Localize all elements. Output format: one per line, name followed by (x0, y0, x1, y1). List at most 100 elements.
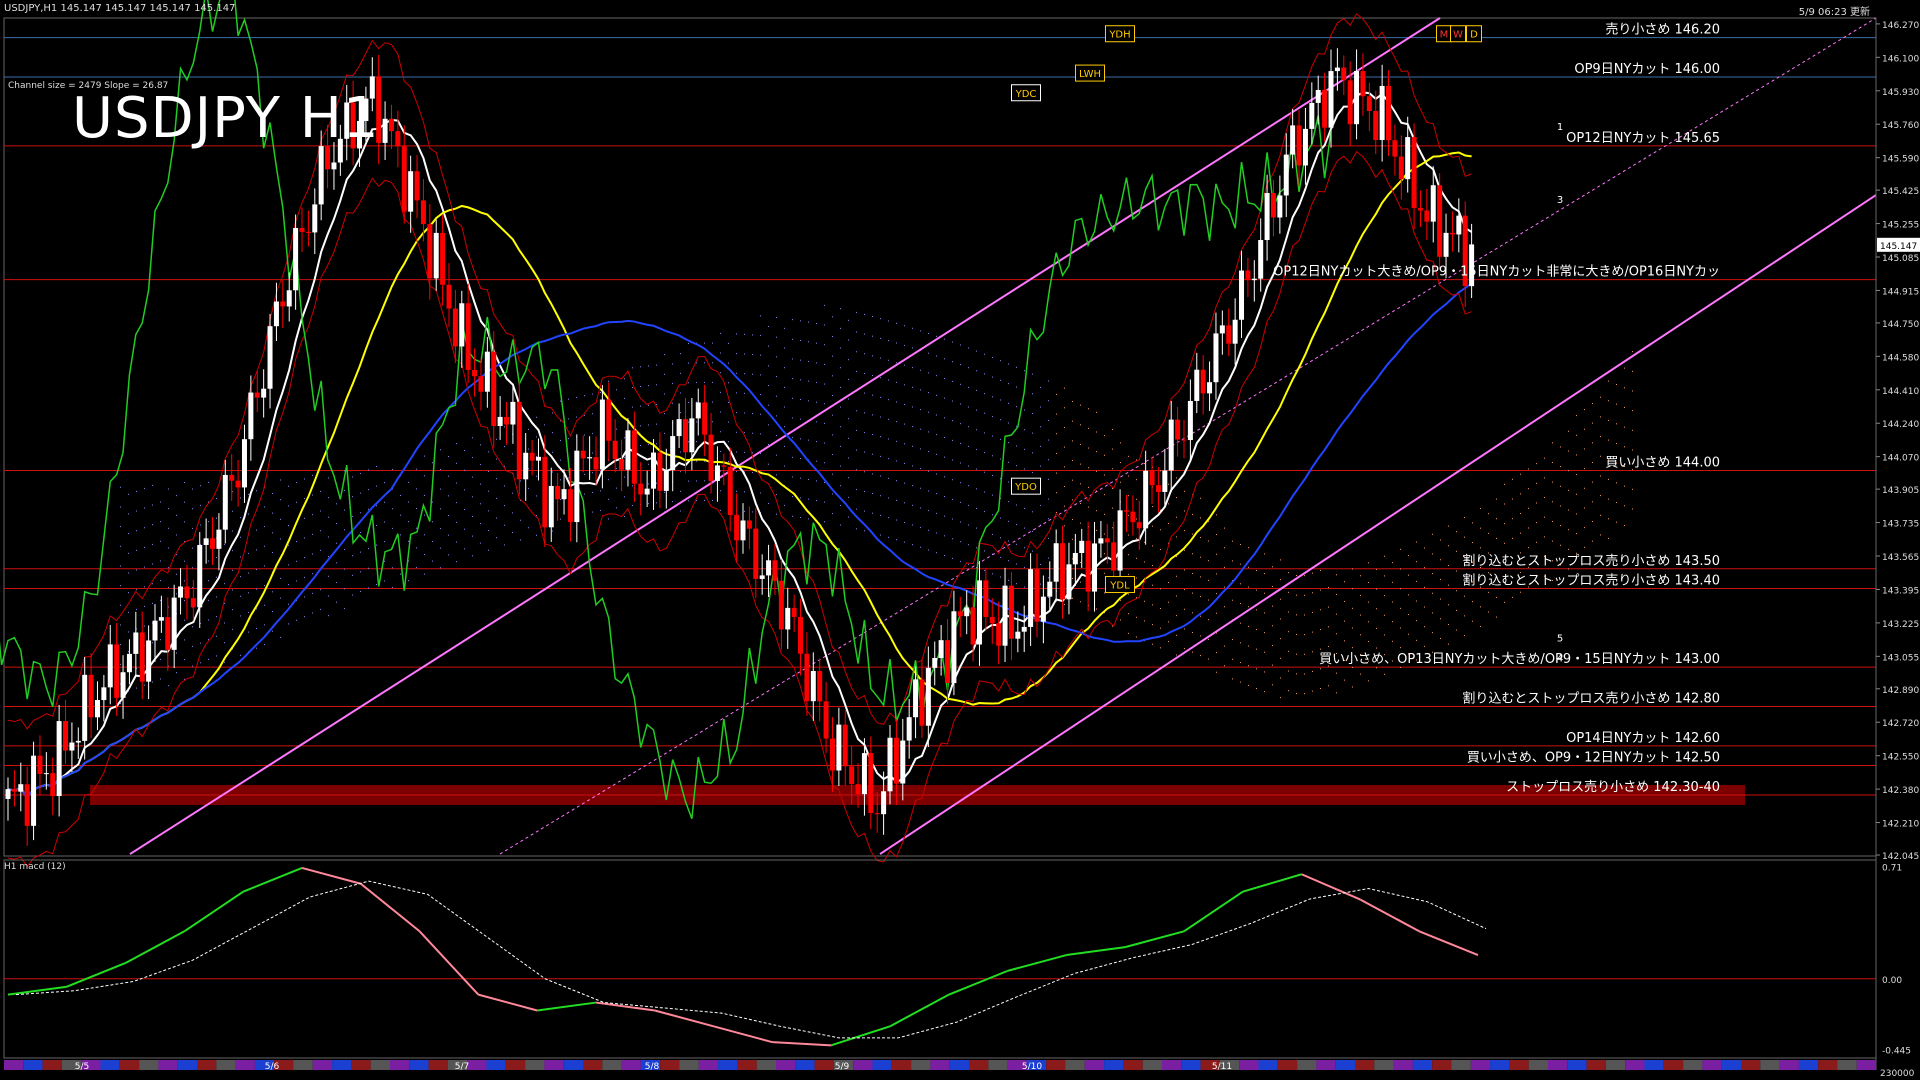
candle-body (785, 607, 791, 630)
session-segment (1181, 1060, 1201, 1070)
candle-body (31, 755, 37, 826)
candle-body (1117, 510, 1123, 571)
candle-body (657, 452, 663, 491)
candle-body (1047, 581, 1053, 597)
candle-body (798, 616, 804, 654)
candle-body (983, 580, 989, 617)
session-segment (332, 1060, 352, 1070)
candle-body (497, 416, 503, 427)
session-segment (1837, 1060, 1857, 1070)
session-segment (1104, 1060, 1124, 1070)
session-segment (1277, 1060, 1298, 1070)
candle-body (676, 419, 682, 437)
x-tick-label: 5/5 (75, 1062, 89, 1072)
candle-body (542, 456, 548, 528)
candle-body (305, 231, 311, 233)
candle-body (1398, 156, 1404, 180)
level-label: 割り込むとストップロス売り小さめ 143.40 (1462, 572, 1720, 588)
y-tick-label: 143.905 (1882, 486, 1919, 496)
symbol-line: USDJPY,H1 145.147 145.147 145.147 145.14… (4, 3, 236, 14)
time-axis: 5/5 5/6 5/7 5/8 5/9 5/10 5/11 (4, 1060, 1877, 1072)
candle-body (1181, 439, 1187, 441)
candle-body (1136, 522, 1142, 529)
session-segment (930, 1060, 950, 1070)
session-segment (1490, 1060, 1510, 1070)
current-price: 145.147 (1880, 242, 1917, 252)
session-segment (409, 1060, 429, 1070)
candle-body (893, 737, 899, 784)
candle-body (746, 520, 752, 529)
candle-body (267, 326, 273, 389)
candles (5, 48, 1475, 846)
candle-body (1232, 319, 1238, 344)
session-segment (1451, 1060, 1471, 1070)
macd-segment (1418, 930, 1479, 956)
session-segment (969, 1060, 989, 1070)
candle-body (1239, 270, 1245, 320)
macd-segment (1066, 946, 1126, 957)
session-segment (428, 1060, 448, 1070)
candle-body (1334, 67, 1340, 72)
x-tick-label: 5/6 (265, 1062, 280, 1072)
candle-body (1386, 85, 1392, 141)
session-segment (1470, 1060, 1491, 1070)
candle-body (1258, 240, 1264, 279)
macd-segment (301, 866, 362, 885)
session-segment (177, 1060, 197, 1070)
y-tick-label: 143.055 (1882, 653, 1919, 663)
marker-W: W (1453, 30, 1463, 41)
session-segment (1239, 1060, 1259, 1070)
candle-body (1149, 470, 1155, 486)
y-tick-label: 143.735 (1882, 520, 1919, 530)
session-segment (1162, 1060, 1182, 1070)
candle-body (625, 430, 631, 470)
candle-body (574, 450, 580, 523)
candle-body (1437, 185, 1443, 257)
candle-body (817, 671, 823, 702)
candle-body (1373, 111, 1379, 141)
session-segment (1702, 1060, 1722, 1070)
level-label: 売り小さめ 146.20 (1605, 22, 1720, 38)
candle-body (293, 227, 299, 291)
candle-body (1053, 543, 1059, 582)
candle-body (222, 474, 228, 530)
session-segment (1779, 1060, 1799, 1070)
level-label: OP9日NYカット 146.00 (1574, 62, 1720, 77)
session-segment (351, 1060, 371, 1070)
level-label: 割り込むとストップロス売り小さめ 143.50 (1462, 553, 1720, 569)
candle-body (18, 784, 24, 792)
candle-body (823, 701, 829, 739)
candle-body (842, 724, 848, 767)
candle-body (1213, 333, 1219, 383)
candle-body (714, 465, 720, 481)
candle-body (593, 457, 599, 470)
candle-body (1360, 71, 1366, 97)
y-tick-label: 142.550 (1882, 753, 1919, 763)
session-segment (370, 1060, 390, 1070)
candle-body (849, 766, 855, 785)
candle-body (56, 721, 62, 797)
candle-body (810, 671, 816, 702)
marker-4: 4 (1557, 653, 1563, 664)
candle-body (459, 303, 465, 347)
session-segment (119, 1060, 140, 1070)
session-segment (1316, 1060, 1336, 1070)
candle-body (1379, 85, 1385, 141)
candle-body (203, 538, 209, 545)
candle-body (472, 369, 478, 377)
candle-body (510, 401, 516, 425)
session-segment (1798, 1060, 1819, 1070)
macd-bottom-label: 230000 (1880, 1069, 1915, 1079)
candle-body (1155, 485, 1161, 492)
marker-5: 5 (1557, 634, 1563, 645)
candle-body (133, 632, 139, 654)
candle-body (197, 544, 203, 608)
candle-body (452, 308, 458, 347)
candle-body (312, 204, 318, 233)
candle-body (900, 740, 906, 784)
candle-body (235, 480, 241, 488)
candle-body (721, 465, 727, 467)
marker-YDL: YDL (1109, 581, 1130, 592)
candle-body (248, 392, 254, 440)
x-tick-label: 5/10 (1022, 1062, 1042, 1072)
